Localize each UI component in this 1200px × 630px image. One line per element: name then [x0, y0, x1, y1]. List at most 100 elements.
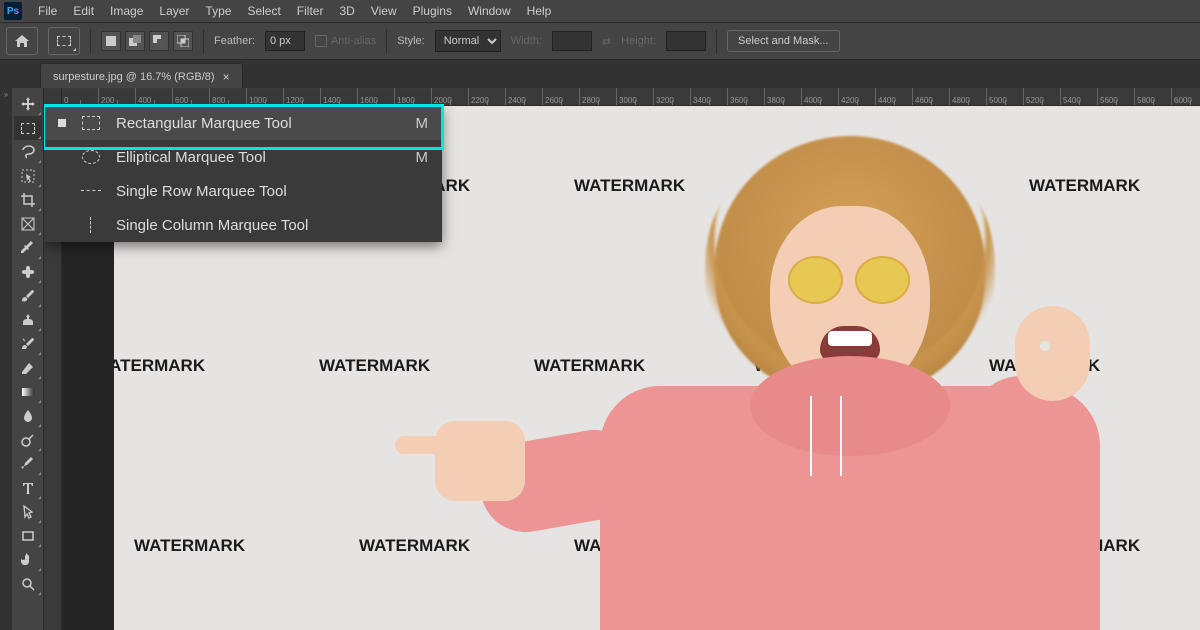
ruler-tick: 400 [136, 88, 173, 105]
subtract-selection-button[interactable] [149, 31, 169, 51]
frame-tool[interactable] [14, 212, 42, 236]
eyedropper-tool[interactable] [14, 236, 42, 260]
menu-view[interactable]: View [363, 0, 405, 22]
antialias-checkbox [315, 35, 327, 47]
menu-layer[interactable]: Layer [151, 0, 197, 22]
type-tool[interactable] [14, 476, 42, 500]
ruler-tick: 5800 [1135, 88, 1172, 105]
ruler-tick: 4800 [950, 88, 987, 105]
crop-tool[interactable] [14, 188, 42, 212]
document-tab[interactable]: surpesture.jpg @ 16.7% (RGB/8) × [40, 63, 243, 88]
menu-image[interactable]: Image [102, 0, 151, 22]
ellipse-marquee-icon [80, 148, 102, 166]
clone-tool[interactable] [14, 308, 42, 332]
ruler-tick: 1400 [321, 88, 358, 105]
home-button[interactable] [6, 27, 38, 55]
width-input [552, 31, 592, 51]
gradient-tool[interactable] [14, 380, 42, 404]
marquee-tool[interactable] [14, 116, 42, 140]
menu-file[interactable]: File [30, 0, 65, 22]
rectangle-tool[interactable] [14, 524, 42, 548]
home-icon [14, 34, 30, 48]
ruler-tick: 2400 [506, 88, 543, 105]
height-input [666, 31, 706, 51]
tab-title: surpesture.jpg @ 16.7% (RGB/8) [53, 71, 215, 83]
new-selection-button[interactable] [101, 31, 121, 51]
separator [90, 29, 91, 53]
flyout-item-col[interactable]: Single Column Marquee Tool [44, 208, 442, 242]
ruler-tick: 2600 [543, 88, 580, 105]
photoshop-logo-icon: Ps [4, 2, 22, 20]
toolbox [12, 88, 44, 630]
ruler-tick: 3400 [691, 88, 728, 105]
ruler-tick: 1800 [395, 88, 432, 105]
intersect-icon [177, 35, 189, 47]
blur-tool[interactable] [14, 404, 42, 428]
feather-input[interactable] [265, 31, 305, 51]
intersect-selection-button[interactable] [173, 31, 193, 51]
ruler-tick: 4000 [802, 88, 839, 105]
object-select-tool[interactable] [14, 164, 42, 188]
menubar: Ps File Edit Image Layer Type Select Fil… [0, 0, 1200, 22]
add-icon [129, 35, 141, 47]
eraser-tool[interactable] [14, 356, 42, 380]
ruler-tick: 3800 [765, 88, 802, 105]
add-selection-button[interactable] [125, 31, 145, 51]
photo-subject [530, 136, 1170, 630]
dodge-tool[interactable] [14, 428, 42, 452]
active-dot-icon [58, 119, 66, 127]
ruler-tick: 2800 [580, 88, 617, 105]
current-tool-dropdown[interactable] [48, 27, 80, 55]
separator [203, 29, 204, 53]
flyout-label: Elliptical Marquee Tool [116, 149, 402, 166]
flyout-item-row[interactable]: Single Row Marquee Tool [44, 174, 442, 208]
select-and-mask-button[interactable]: Select and Mask... [727, 30, 840, 52]
width-label: Width: [511, 35, 542, 47]
ruler-corner [44, 88, 62, 106]
menu-window[interactable]: Window [460, 0, 519, 22]
lasso-tool[interactable] [14, 140, 42, 164]
ruler-tick: 2000 [432, 88, 469, 105]
hand-tool[interactable] [14, 548, 42, 572]
antialias-label: Anti-alias [331, 35, 376, 47]
chevron-icon: » [4, 90, 8, 99]
menu-3d[interactable]: 3D [331, 0, 362, 22]
ruler-tick: 4200 [839, 88, 876, 105]
ruler-tick: 5600 [1098, 88, 1135, 105]
menu-edit[interactable]: Edit [65, 0, 102, 22]
ruler-tick: 3200 [654, 88, 691, 105]
ruler-tick: 4400 [876, 88, 913, 105]
menu-type[interactable]: Type [197, 0, 239, 22]
work-area: » 02004006008001000120014001600180020002… [0, 88, 1200, 630]
flyout-item-rect[interactable]: Rectangular Marquee Tool M [44, 106, 442, 140]
path-select-tool[interactable] [14, 500, 42, 524]
style-label: Style: [397, 35, 425, 47]
rect-marquee-icon [80, 114, 102, 132]
tab-close-button[interactable]: × [223, 70, 230, 84]
menu-help[interactable]: Help [519, 0, 560, 22]
history-brush-tool[interactable] [14, 332, 42, 356]
ruler-tick: 3000 [617, 88, 654, 105]
watermark-text: WATERMARK [134, 536, 245, 556]
feather-label: Feather: [214, 35, 255, 47]
antialias-checkbox-container: Anti-alias [315, 35, 376, 47]
healing-tool[interactable] [14, 260, 42, 284]
watermark-text: WATERMARK [359, 536, 470, 556]
height-label: Height: [621, 35, 656, 47]
panel-handle[interactable]: » [0, 88, 12, 630]
zoom-tool[interactable] [14, 572, 42, 596]
style-select[interactable]: Normal [435, 30, 501, 52]
ruler-tick: 5400 [1061, 88, 1098, 105]
menu-select[interactable]: Select [239, 0, 288, 22]
col-marquee-icon [80, 216, 102, 234]
menu-filter[interactable]: Filter [289, 0, 332, 22]
horizontal-ruler: 0200400600800100012001400160018002000220… [62, 88, 1200, 106]
square-icon [106, 36, 116, 46]
watermark-text: WATERMARK [319, 356, 430, 376]
flyout-item-ellipse[interactable]: Elliptical Marquee Tool M [44, 140, 442, 174]
menu-plugins[interactable]: Plugins [405, 0, 460, 22]
move-tool[interactable] [14, 92, 42, 116]
swap-icon: ⇄ [602, 35, 611, 48]
brush-tool[interactable] [14, 284, 42, 308]
pen-tool[interactable] [14, 452, 42, 476]
